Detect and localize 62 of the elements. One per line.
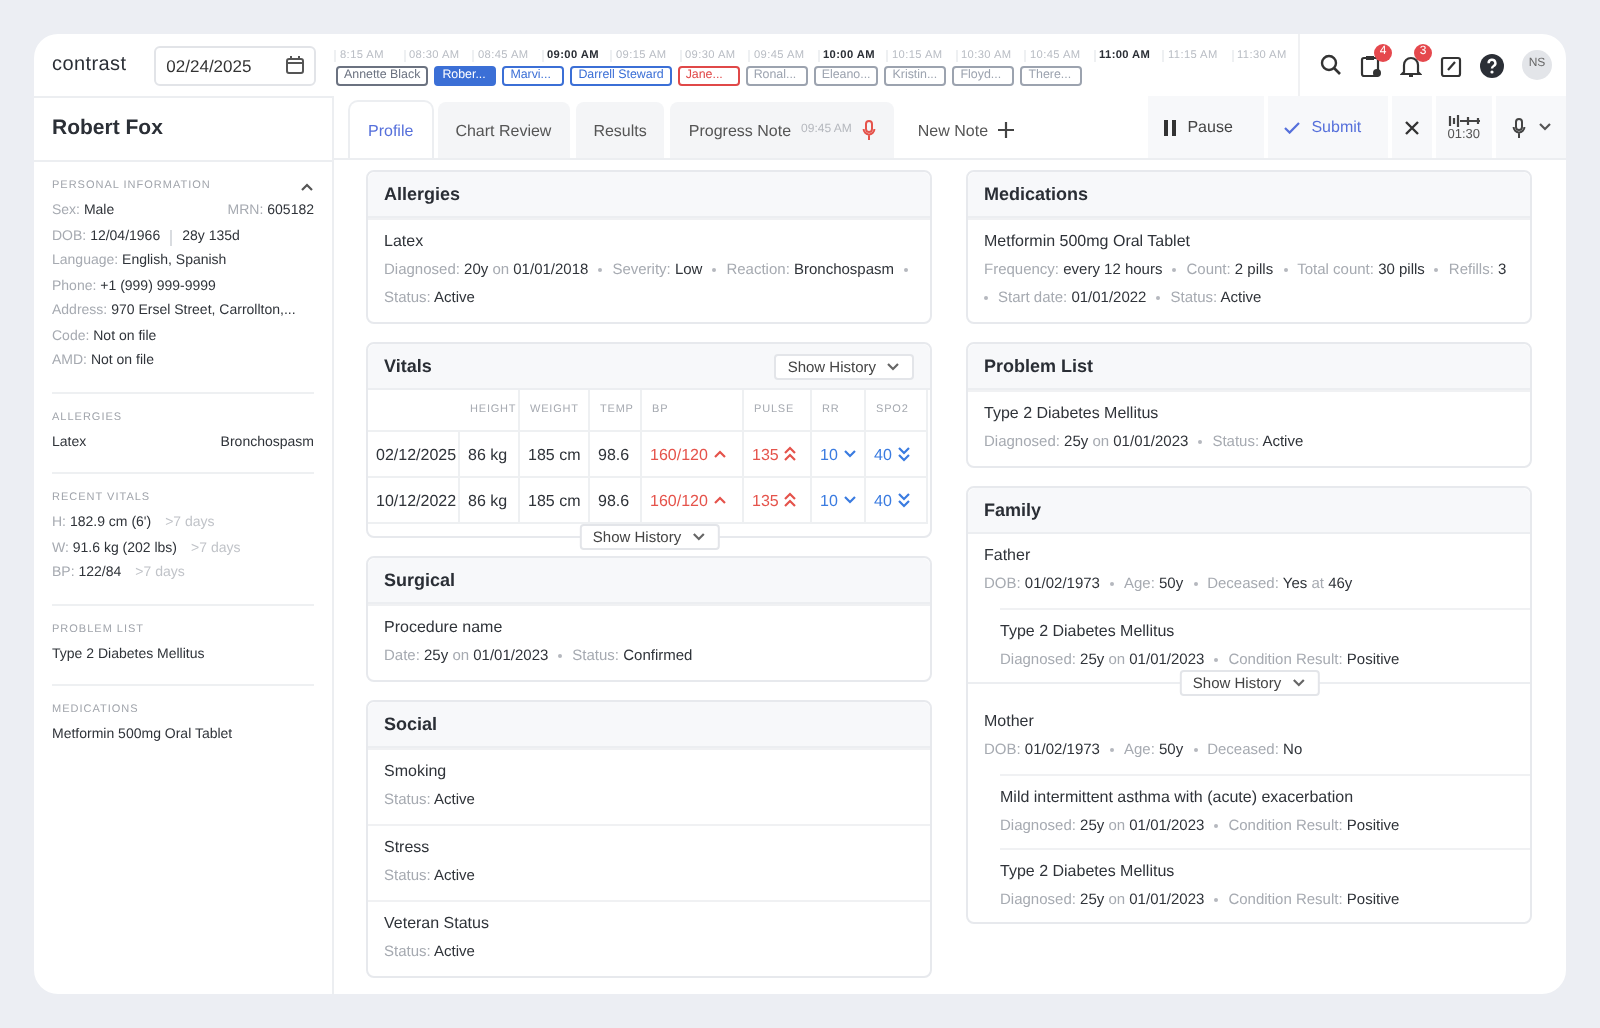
table-cell: 160/120 [650, 491, 708, 509]
card-title: Medications [984, 184, 1089, 204]
item-name: Veteran Status [384, 912, 491, 934]
tab[interactable]: Results [575, 102, 665, 158]
card-title: Social [384, 714, 438, 734]
table-cell: 98.6 [598, 445, 630, 463]
table-cell: 86 kg [468, 445, 508, 463]
edit-icon[interactable] [1440, 53, 1462, 77]
card-title: Allergies [384, 184, 461, 204]
help-icon[interactable] [1480, 53, 1504, 77]
patient-name: Robert Fox [34, 96, 332, 162]
card-title: Family [984, 500, 1042, 520]
table-cell: 10 [820, 491, 838, 509]
member-name: Mother [984, 710, 1036, 732]
logo-text: contrast [52, 54, 127, 76]
chevron-down-icon [1538, 122, 1552, 132]
card-title: Surgical [384, 570, 456, 590]
waveform-icon [1447, 113, 1480, 127]
item-name: Smoking [384, 760, 449, 782]
chevron-down-icon [886, 361, 900, 371]
table-cell: 135 [752, 491, 779, 509]
microphone-dropdown[interactable] [1496, 96, 1566, 158]
condition-name: Type 2 Diabetes Mellitus [1000, 860, 1177, 882]
item-name: Latex [384, 230, 426, 252]
microphone-icon [1512, 117, 1526, 137]
table-cell: 160/120 [650, 445, 708, 463]
chevron-down-icon [1291, 678, 1306, 688]
submit-button[interactable]: Submit [1267, 96, 1388, 158]
bell-icon[interactable] [1400, 53, 1422, 77]
pause-icon [1163, 119, 1176, 135]
close-button[interactable] [1391, 96, 1432, 158]
table-cell: 86 kg [468, 491, 508, 509]
table-cell: 98.6 [598, 491, 630, 509]
clipboard-icon[interactable] [1360, 53, 1382, 77]
chevron-down-icon [691, 532, 706, 542]
date-field[interactable]: 02/24/2025 [154, 45, 317, 85]
table-cell: 185 cm [528, 491, 581, 509]
pause-button[interactable]: Pause [1147, 96, 1264, 158]
table-cell: 135 [752, 445, 779, 463]
item-name: Procedure name [384, 616, 505, 638]
search-icon[interactable] [1320, 54, 1342, 76]
table-cell: 02/12/2025 [376, 445, 457, 463]
condition-name: Mild intermittent asthma with (acute) exacerbation [1000, 786, 1356, 808]
chevron-up-icon[interactable] [300, 181, 314, 191]
card-title: Problem List [984, 356, 1094, 376]
item-name: Metformin 500mg Oral Tablet [984, 230, 1193, 252]
tab[interactable]: Chart Review [437, 102, 570, 158]
plus-icon [998, 122, 1015, 138]
card-title: Vitals [384, 356, 432, 376]
table-cell: 40 [874, 491, 892, 509]
check-icon [1283, 121, 1300, 133]
condition-name: Type 2 Diabetes Mellitus [1000, 620, 1177, 642]
table-cell: 10/12/2022 [376, 491, 457, 509]
table-cell: 185 cm [528, 445, 581, 463]
item-name: Type 2 Diabetes Mellitus [984, 402, 1161, 424]
item-name: Stress [384, 836, 432, 858]
calendar-icon [286, 56, 305, 74]
close-icon [1403, 119, 1420, 135]
table-cell: 40 [874, 445, 892, 463]
tab[interactable]: Profile [350, 102, 432, 158]
table-cell: 10 [820, 445, 838, 463]
member-name: Father [984, 544, 1033, 566]
